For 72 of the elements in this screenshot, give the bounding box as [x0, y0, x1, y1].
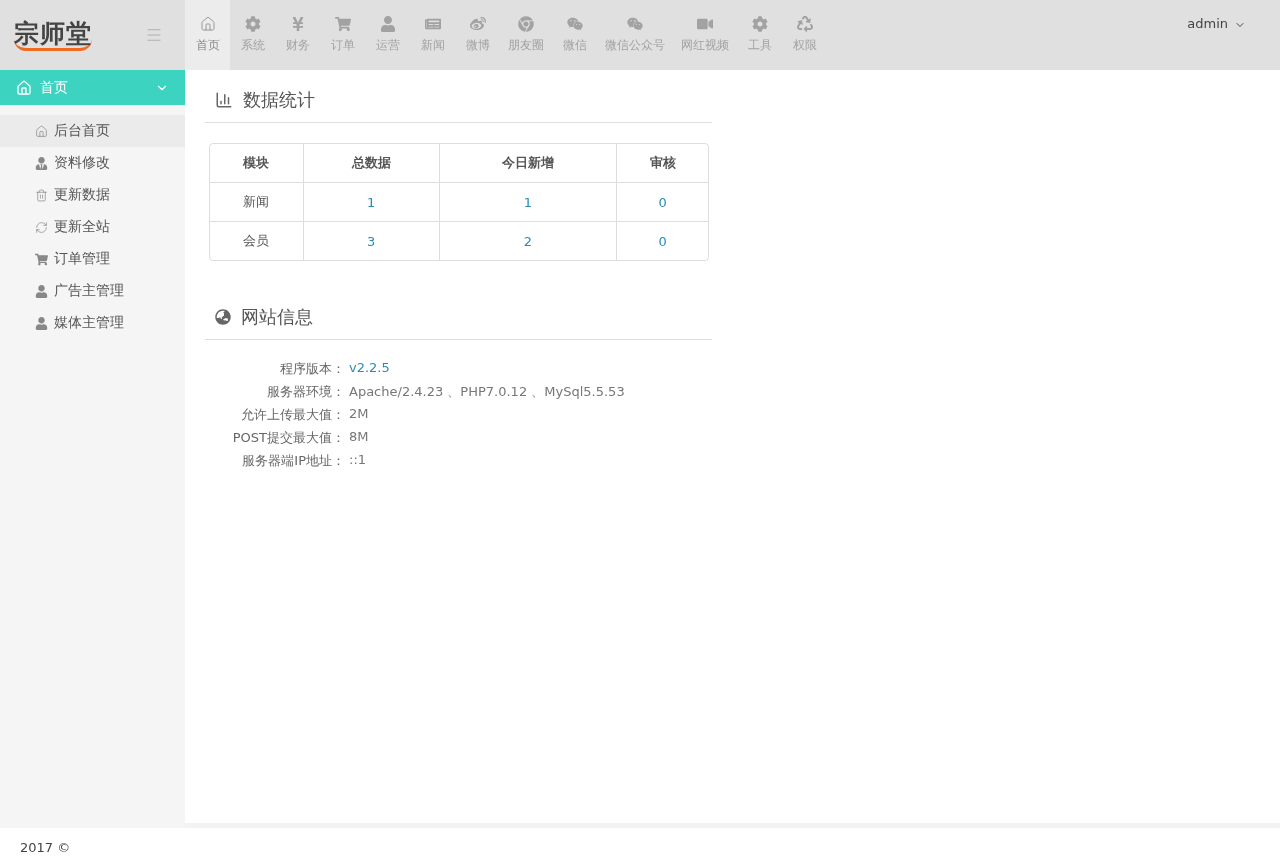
footer-text: 2017 © [20, 840, 71, 855]
house-icon [35, 124, 48, 138]
version-link[interactable]: v2.2.5 [349, 360, 712, 378]
info-label: 允许上传最大值： [240, 406, 345, 424]
sidebar-item[interactable]: 资料修改 [0, 147, 185, 179]
table-cell: 2 [439, 221, 618, 260]
sidebar-item[interactable]: 媒体主管理 [0, 307, 185, 339]
info-label: 服务器环境： [266, 383, 345, 401]
nav-tab[interactable]: 订单 [320, 0, 365, 70]
sidebar-group[interactable]: 首页 [0, 70, 185, 105]
house-icon [199, 16, 216, 32]
nav-tab[interactable]: 新闻 [410, 0, 455, 70]
nav-tab[interactable]: 系统 [230, 0, 275, 70]
column-header: 模块 [210, 144, 304, 182]
sidebar-item[interactable]: 更新全站 [0, 211, 185, 243]
table-cell: 新闻 [210, 182, 304, 221]
sidebar-item[interactable]: 订单管理 [0, 243, 185, 275]
column-header: 今日新增 [439, 144, 618, 182]
sidebar-item[interactable]: 更新数据 [0, 179, 185, 211]
sidebar-item[interactable]: 后台首页 [0, 115, 185, 147]
recycle-icon [796, 16, 813, 32]
info-label: 服务器端IP地址： [241, 452, 345, 470]
table-cell: 1 [439, 182, 618, 221]
weibo-icon [469, 16, 486, 32]
video-camera-icon [697, 16, 713, 32]
nav-tab[interactable]: 运营 [365, 0, 410, 70]
gear-icon [244, 16, 261, 32]
house-icon [16, 79, 32, 96]
nav-tab[interactable]: 财务 [275, 0, 320, 70]
trash-icon [35, 188, 48, 202]
info-value: 8M [349, 429, 370, 446]
user-icon [35, 316, 48, 330]
info-value: 2M [349, 406, 370, 423]
nav-tab[interactable]: 微信公众号 [597, 0, 673, 70]
info-value: ::1 [349, 452, 368, 469]
table-cell: 1 [303, 182, 440, 221]
table-cell: 3 [303, 221, 440, 260]
nav-tab[interactable]: 工具 [737, 0, 782, 70]
wechat-icon [566, 16, 583, 32]
nav-tab[interactable]: 权限 [782, 0, 827, 70]
sidebar-item[interactable]: 广告主管理 [0, 275, 185, 307]
gear-icon [751, 16, 768, 32]
column-header: 总数据 [303, 144, 440, 182]
user-icon [379, 16, 396, 32]
bar-chart-icon [215, 91, 233, 109]
newspaper-icon [424, 16, 441, 32]
info-label: 程序版本： [279, 360, 345, 378]
cart-icon [334, 16, 351, 32]
column-header: 审核 [648, 154, 677, 172]
nav-tab[interactable]: 微信 [552, 0, 597, 70]
table-cell: 0 [617, 182, 708, 221]
globe-icon [215, 309, 231, 325]
chrome-icon [518, 16, 534, 32]
info-value: Apache/2.4.23 、PHP7.0.12 、MySql5.5.53 [349, 383, 626, 401]
table-cell: 0 [617, 221, 708, 260]
menu-icon[interactable] [145, 26, 163, 44]
nav-tab[interactable]: 网红视频 [673, 0, 737, 70]
wechat-icon [627, 16, 643, 32]
refresh-icon [35, 220, 48, 234]
nav-tab[interactable]: 朋友圈 [500, 0, 552, 70]
user-icon [35, 284, 48, 298]
table-cell: 会员 [210, 221, 304, 260]
section-title: 网站信息 [241, 305, 313, 329]
nav-tab[interactable]: 微博 [455, 0, 500, 70]
nav-tab[interactable]: 首页 [185, 0, 230, 70]
user-menu[interactable]: admin [1187, 0, 1280, 70]
user-icon [35, 156, 48, 170]
logo: 宗师堂 [14, 19, 92, 51]
section-title: 数据统计 [243, 88, 315, 112]
yen-icon [289, 16, 306, 32]
cart-icon [35, 252, 48, 266]
info-label: POST提交最大值： [231, 429, 345, 447]
